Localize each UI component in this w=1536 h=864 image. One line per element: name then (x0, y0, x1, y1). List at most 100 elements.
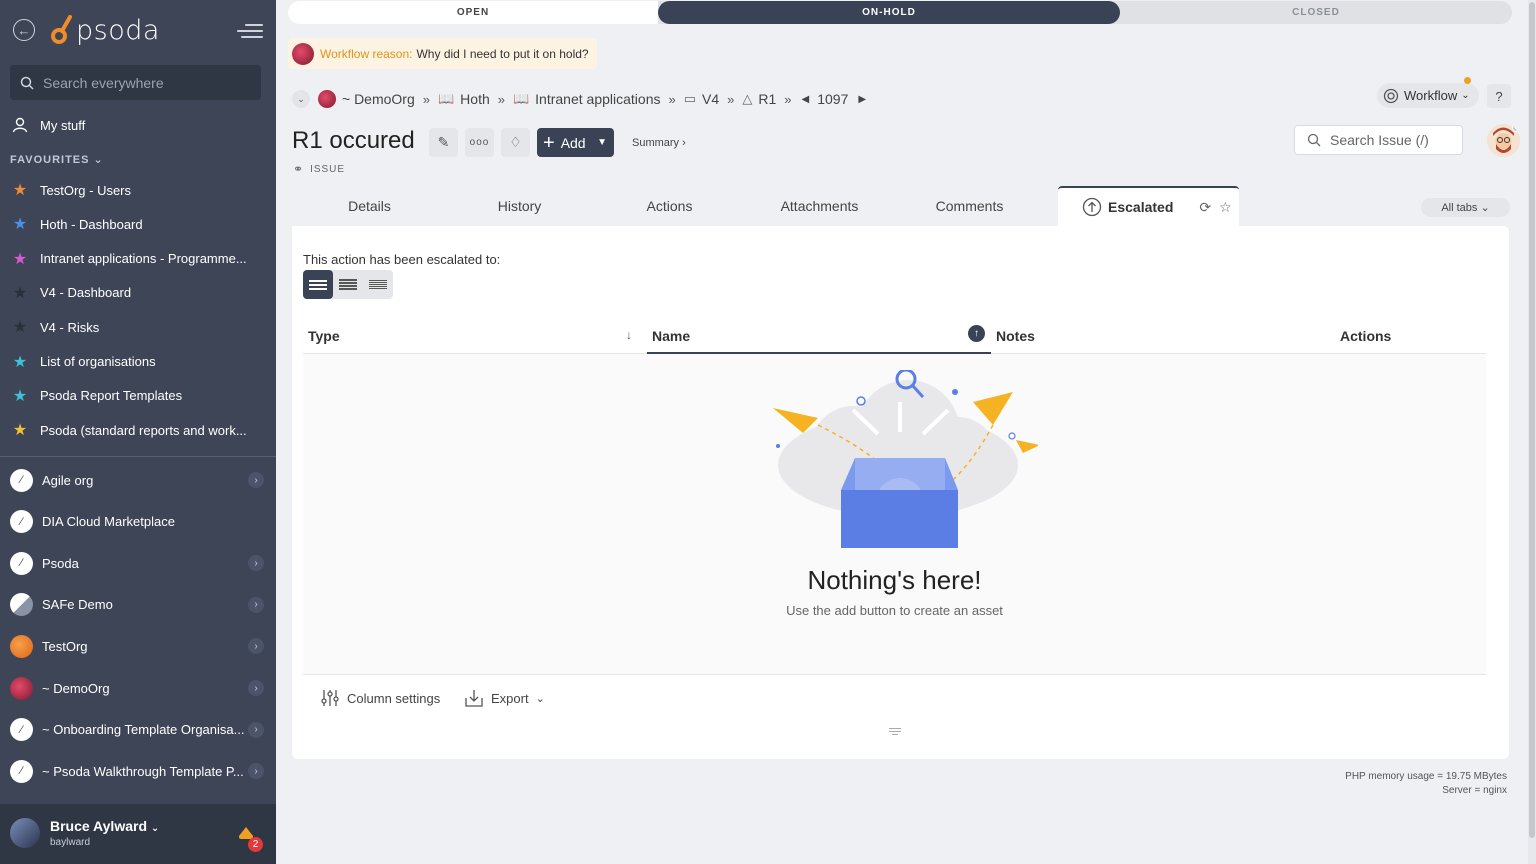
avatar[interactable] (1487, 124, 1520, 157)
breadcrumb-org[interactable]: ~ DemoOrg (318, 90, 415, 108)
warning-icon: △ (742, 91, 753, 106)
breadcrumb-portfolio[interactable]: 📖 Hoth (438, 91, 490, 107)
org-icon: ∕ (10, 468, 33, 492)
edit-button[interactable]: ✎ (429, 128, 458, 157)
column-notes[interactable]: Notes (996, 318, 1035, 354)
sort-up-icon[interactable]: ↑ (968, 325, 985, 342)
prev-record-icon[interactable]: ◀ (802, 94, 810, 105)
chevron-right-icon[interactable]: › (248, 596, 264, 613)
view-dense-button[interactable] (363, 270, 393, 299)
breadcrumb-risk[interactable]: △ R1 (742, 91, 776, 107)
record-type: ⚭ ISSUE (293, 162, 345, 176)
chevron-right-icon[interactable]: › (248, 763, 264, 780)
sidebar-org-item[interactable]: ∕ DIA Cloud Marketplace (0, 502, 276, 542)
view-compact-button[interactable] (333, 270, 363, 299)
tab-escalated[interactable]: Escalated ⟳ ☆ (1058, 186, 1239, 226)
favourites-title[interactable]: FAVOURITES ⌄ (10, 153, 104, 166)
org-icon: ∕ (10, 551, 33, 575)
sidebar-org-item[interactable]: ∕ Psoda › (0, 543, 276, 583)
help-button[interactable]: ? (1487, 84, 1511, 108)
pencil-icon: ✎ (437, 134, 450, 150)
sidebar-favourite-item[interactable]: ★ Hoth - Dashboard (0, 209, 276, 239)
summary-link[interactable]: Summary › (632, 137, 686, 149)
memory-usage: PHP memory usage = 19.75 MBytes (1345, 771, 1507, 782)
escalated-panel: This action has been escalated to: Type … (292, 226, 1509, 759)
sidebar-item-label: Psoda (42, 555, 79, 571)
workflow-button[interactable]: Workflow ⌄ (1377, 77, 1479, 108)
view-comfortable-button[interactable] (303, 270, 333, 299)
psoda-logo-mark-icon (51, 15, 72, 44)
status-on-hold[interactable]: ON-HOLD (658, 1, 1120, 24)
tab-comments[interactable]: Comments (912, 186, 1027, 226)
add-button[interactable]: + Add ▼ (537, 128, 614, 157)
workflow-indicator (1464, 77, 1471, 84)
breadcrumb-separator: » (784, 91, 792, 107)
more-icon: ooo (469, 137, 490, 148)
breadcrumb: ⌄ ~ DemoOrg » 📖 Hoth » 📖 Intranet applicat… (292, 88, 866, 110)
search-icon (1307, 133, 1321, 147)
sidebar-search-input[interactable]: Search everywhere (10, 65, 261, 100)
page-scrollbar[interactable] (1528, 0, 1536, 864)
psoda-logo[interactable]: psoda (50, 14, 160, 46)
sidebar: ← psoda Search everywhere My stuff FAVOU… (0, 0, 276, 864)
breadcrumb-programme[interactable]: 📖 Intranet applications (513, 91, 661, 107)
sidebar-org-item[interactable]: ∕ ~ Onboarding Template Organisa... › (0, 710, 276, 750)
sidebar-item-label: ~ Onboarding Template Organisa... (42, 722, 245, 738)
more-button[interactable]: ooo (465, 128, 494, 157)
status-open[interactable]: OPEN (288, 1, 658, 24)
breadcrumb-project[interactable]: ▭ V4 (684, 91, 719, 107)
tab-history[interactable]: History (462, 186, 577, 226)
sidebar-favourite-item[interactable]: ★ Intranet applications - Programme... (0, 244, 276, 274)
column-name[interactable]: Name (652, 318, 690, 354)
chevron-down-icon[interactable]: ⌄ (292, 90, 310, 108)
status-closed[interactable]: CLOSED (1120, 1, 1512, 24)
tag-icon: ♢ (509, 134, 522, 150)
chevron-right-icon[interactable]: › (248, 555, 264, 572)
star-icon[interactable]: ☆ (1219, 199, 1232, 216)
tag-button[interactable]: ♢ (501, 128, 530, 157)
empty-subtitle: Use the add button to create an asset (786, 603, 1003, 618)
breadcrumb-separator: » (497, 91, 505, 107)
tab-details[interactable]: Details (312, 186, 427, 226)
tab-attachments[interactable]: Attachments (762, 186, 877, 226)
sidebar-org-item[interactable]: SAFe Demo › (0, 585, 276, 625)
sidebar-favourite-item[interactable]: ★ Psoda Report Templates (0, 381, 276, 411)
book-icon: 📖 (512, 91, 530, 106)
sidebar-org-item[interactable]: ∕ ~ Psoda Walkthrough Template P... › (0, 751, 276, 791)
sidebar-org-item[interactable]: ∕ Agile org › (0, 460, 276, 500)
chevron-right-icon[interactable]: › (248, 638, 264, 655)
column-type[interactable]: Type (308, 318, 340, 354)
sidebar-favourite-item[interactable]: ★ TestOrg - Users (0, 175, 276, 205)
sidebar-user[interactable]: Bruce Aylward ⌄ baylward 2 (0, 804, 276, 864)
back-icon[interactable]: ← (13, 19, 35, 41)
resize-handle-icon[interactable] (889, 726, 901, 737)
tab-actions[interactable]: Actions (612, 186, 727, 226)
all-tabs-dropdown[interactable]: All tabs ⌄ (1421, 198, 1510, 217)
chevron-right-icon[interactable]: › (248, 680, 264, 696)
sidebar-org-item[interactable]: TestOrg › (0, 626, 276, 666)
sidebar-item-my-stuff[interactable]: My stuff (0, 110, 276, 140)
main-content: OPEN ON-HOLD CLOSED Workflow reason: Why… (276, 0, 1536, 864)
sidebar-favourite-item[interactable]: ★ List of organisations (0, 347, 276, 377)
workflow-label: Workflow (1404, 88, 1458, 103)
sidebar-favourite-item[interactable]: ★ V4 - Risks (0, 312, 276, 342)
sort-down-icon[interactable]: ↓ (626, 328, 632, 342)
refresh-icon[interactable]: ⟳ (1199, 199, 1211, 216)
chevron-right-icon[interactable]: › (248, 721, 264, 738)
collapse-sidebar-icon[interactable] (237, 22, 263, 40)
export-button[interactable]: Export ⌄ (464, 688, 545, 708)
presence-indicator (1512, 124, 1520, 132)
search-issue-input[interactable]: Search Issue (/) (1294, 125, 1463, 155)
chevron-right-icon[interactable]: › (248, 472, 264, 488)
favourites-title-text: FAVOURITES (10, 154, 90, 166)
sidebar-org-item[interactable]: ~ DemoOrg › (0, 668, 276, 708)
sidebar-favourite-item[interactable]: ★ V4 - Dashboard (0, 278, 276, 308)
column-settings-button[interactable]: Column settings (320, 688, 440, 708)
sidebar-favourite-item[interactable]: ★ Psoda (standard reports and work... (0, 415, 276, 445)
chevron-down-icon: ⌄ (1480, 202, 1490, 214)
add-label: Add (560, 134, 586, 151)
org-icon (10, 634, 33, 658)
scrollbar-thumb[interactable] (1529, 2, 1535, 838)
list-icon (309, 278, 327, 292)
next-record-icon[interactable]: ▶ (858, 94, 866, 105)
